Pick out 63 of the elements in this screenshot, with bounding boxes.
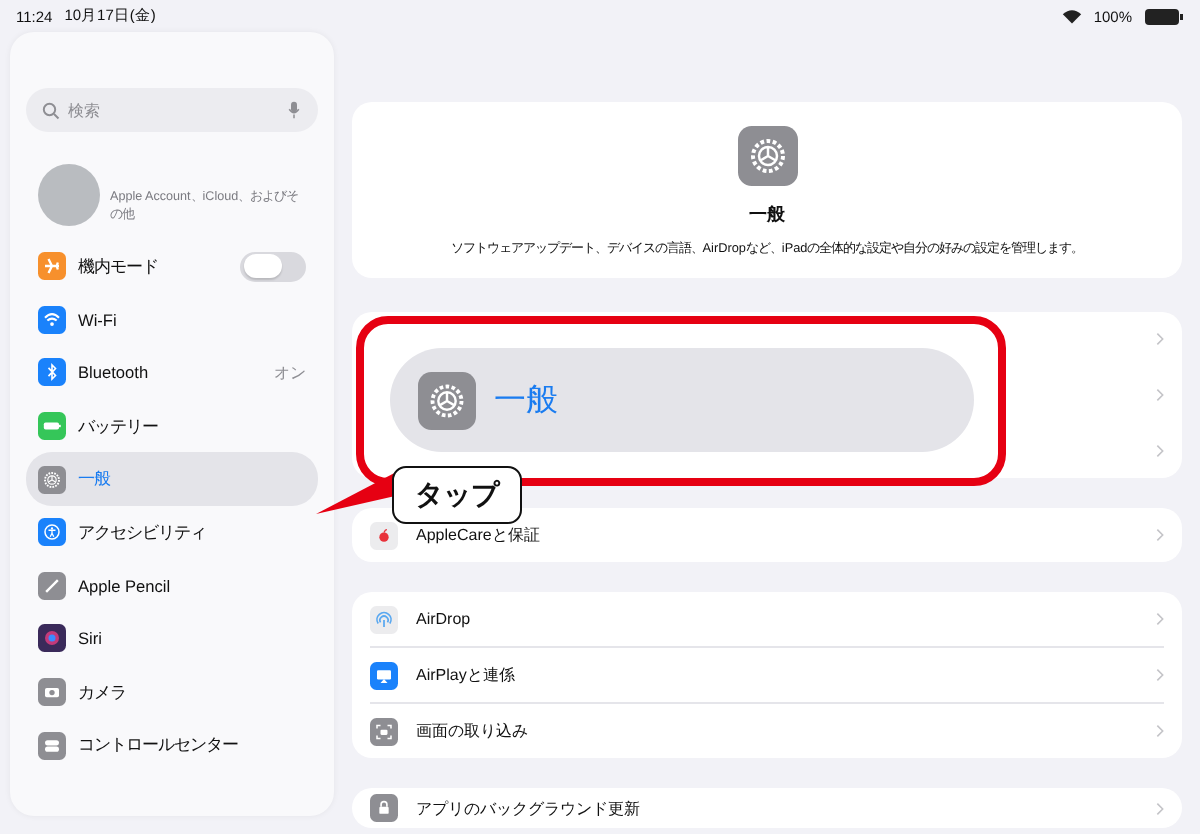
item-label: 機内モード xyxy=(78,255,160,278)
gear-icon xyxy=(737,126,797,186)
airplane-icon xyxy=(38,252,66,281)
sidebar-item[interactable]: Wi-Fi xyxy=(26,293,318,347)
sidebar-item[interactable]: カメラ xyxy=(26,665,318,719)
apple-icon xyxy=(370,521,398,549)
sidebar-item[interactable]: Bluetooth オン xyxy=(26,346,318,400)
display-icon xyxy=(370,661,398,689)
page-title: 一般 xyxy=(749,202,785,228)
camera-icon xyxy=(38,678,66,707)
chevron-icon xyxy=(1156,528,1164,542)
settings-row[interactable]: AirPlayと連係 xyxy=(370,646,1164,702)
accessibility-icon xyxy=(38,518,66,547)
chevron-icon xyxy=(1156,668,1164,682)
row-label: AirPlayと連係 xyxy=(416,664,517,686)
microphone-icon xyxy=(288,100,300,120)
sidebar-item[interactable]: Siri xyxy=(26,612,318,666)
screenshot-icon xyxy=(370,717,398,745)
sidebar-item[interactable]: アクセシビリティ xyxy=(26,505,318,560)
item-label: コントロールセンター xyxy=(78,734,240,757)
toggle-switch[interactable] xyxy=(240,251,306,282)
settings-row[interactable]: 画面の取り込み xyxy=(370,702,1164,758)
airdrop-icon xyxy=(370,605,398,633)
switches-icon xyxy=(38,731,66,760)
settings-row[interactable]: アプリのバックグラウンド更新 xyxy=(370,788,1164,828)
sidebar-item[interactable]: バッテリー xyxy=(26,399,318,453)
battery-icon xyxy=(38,412,66,441)
item-label: Wi-Fi xyxy=(78,309,119,330)
chevron-icon xyxy=(1156,332,1164,347)
row-label: アプリのバックグラウンド更新 xyxy=(416,797,642,819)
chevron-icon xyxy=(1156,612,1164,626)
lock-icon xyxy=(370,794,398,822)
chevron-icon xyxy=(1156,387,1164,402)
item-label: Bluetooth xyxy=(78,362,151,383)
item-label: 一般 xyxy=(78,468,112,491)
battery-icon xyxy=(1144,7,1184,25)
callout-label: タップ xyxy=(392,466,522,524)
avatar-circle[interactable] xyxy=(38,163,100,225)
item-value: オン xyxy=(274,361,306,384)
search-field[interactable]: 検索 xyxy=(26,88,318,132)
bluetooth-icon xyxy=(38,358,66,387)
gear-icon xyxy=(418,371,476,429)
wifi-icon xyxy=(38,305,66,334)
wifi-signal-icon xyxy=(1061,8,1082,24)
sidebar-item[interactable]: 機内モード xyxy=(26,240,318,294)
item-label: アクセシビリティ xyxy=(78,521,208,544)
settings-row[interactable]: AirDrop xyxy=(370,592,1164,646)
magnified-label: 一般 xyxy=(494,381,558,421)
chevron-icon xyxy=(1156,443,1164,458)
row-label: AppleCareと保証 xyxy=(416,524,542,546)
row-label: AirDrop xyxy=(416,610,473,628)
chevron-icon xyxy=(1156,801,1164,815)
item-label: カメラ xyxy=(78,681,128,704)
row-label: 画面の取り込み xyxy=(416,720,530,742)
item-label: Siri xyxy=(78,628,104,649)
siri-icon xyxy=(38,624,66,653)
item-label: バッテリー xyxy=(78,415,160,438)
pencil-icon xyxy=(38,571,66,600)
item-label: Apple Pencil xyxy=(78,575,173,596)
sidebar-item[interactable]: コントロールセンター xyxy=(26,718,318,772)
gear-icon xyxy=(38,465,66,494)
sidebar-item[interactable]: Apple Pencil xyxy=(26,559,318,613)
chevron-icon xyxy=(1156,724,1164,738)
